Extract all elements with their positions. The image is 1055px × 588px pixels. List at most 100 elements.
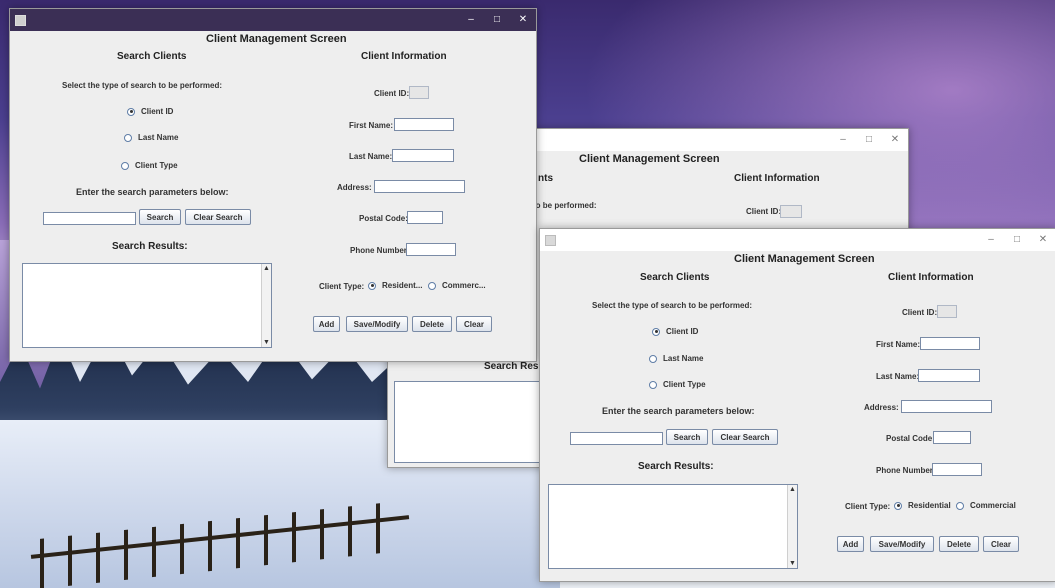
info-heading: Client Information	[888, 272, 974, 283]
radio-commercial[interactable]: Commercial	[956, 501, 1016, 510]
radio-button[interactable]	[368, 281, 376, 290]
title-bar[interactable]: – □ ✕	[540, 229, 1055, 251]
search-button[interactable]: Search	[666, 429, 708, 445]
window-title: Client Management Screen	[734, 253, 875, 265]
scroll-down-icon[interactable]: ▼	[788, 559, 797, 568]
search-heading: nts	[538, 173, 553, 184]
results-heading: Search Results:	[638, 461, 714, 472]
last-name-field[interactable]	[918, 369, 980, 382]
radio-client-id[interactable]: Client ID	[652, 327, 698, 336]
last-name-field[interactable]	[392, 149, 454, 162]
results-heading: Search Results:	[112, 241, 188, 252]
radio-button[interactable]	[124, 133, 132, 142]
client-id-label: Client ID:	[902, 308, 938, 317]
last-name-label: Last Name:	[876, 372, 920, 381]
radio-button[interactable]	[428, 281, 436, 290]
postal-code-field[interactable]	[933, 431, 971, 444]
clear-button[interactable]: Clear	[456, 316, 492, 332]
address-field[interactable]	[374, 180, 465, 193]
phone-field[interactable]	[932, 463, 982, 476]
close-button[interactable]: ✕	[882, 129, 908, 151]
radio-button[interactable]	[652, 327, 660, 336]
phone-field[interactable]	[406, 243, 456, 256]
window-title: Client Management Screen	[206, 33, 347, 45]
postal-code-label: Postal Code:	[359, 214, 408, 223]
maximize-button[interactable]: □	[856, 129, 882, 151]
scroll-up-icon[interactable]: ▲	[788, 485, 797, 494]
radio-client-type[interactable]: Client Type	[121, 161, 178, 170]
delete-button[interactable]: Delete	[939, 536, 979, 552]
params-prompt: Enter the search parameters below:	[76, 187, 229, 197]
scroll-up-icon[interactable]: ▲	[262, 264, 271, 273]
radio-last-name[interactable]: Last Name	[649, 354, 703, 363]
close-button[interactable]: ✕	[1030, 229, 1055, 251]
address-field[interactable]	[901, 400, 992, 413]
radio-residential[interactable]: Residential	[894, 501, 951, 510]
client-window-top[interactable]: – □ ✕ Client Management Screen Search Cl…	[9, 8, 537, 362]
radio-button[interactable]	[127, 107, 135, 116]
radio-residential[interactable]: Resident...	[368, 281, 422, 290]
add-button[interactable]: Add	[837, 536, 864, 552]
clear-search-button[interactable]: Clear Search	[712, 429, 778, 445]
radio-button[interactable]	[121, 161, 129, 170]
radio-client-id[interactable]: Client ID	[127, 107, 173, 116]
postal-code-label: Postal Code:	[886, 434, 935, 443]
info-heading: Client Information	[361, 51, 447, 62]
client-id-label: Client ID:	[746, 207, 782, 216]
search-button[interactable]: Search	[139, 209, 181, 225]
clear-search-button[interactable]: Clear Search	[185, 209, 251, 225]
first-name-field[interactable]	[394, 118, 454, 131]
title-bar[interactable]: – □ ✕	[10, 9, 536, 31]
maximize-button[interactable]: □	[1004, 229, 1030, 251]
params-prompt: Enter the search parameters below:	[602, 406, 755, 416]
client-window-front[interactable]: – □ ✕ Client Management Screen Search Cl…	[539, 228, 1055, 582]
save-modify-button[interactable]: Save/Modify	[870, 536, 934, 552]
select-prompt: Select the type of search to be performe…	[62, 81, 223, 90]
address-label: Address:	[864, 403, 899, 412]
scroll-down-icon[interactable]: ▼	[262, 338, 271, 347]
radio-commercial[interactable]: Commerc...	[428, 281, 486, 290]
minimize-button[interactable]: –	[458, 9, 484, 31]
search-input[interactable]	[570, 432, 663, 445]
client-type-label: Client Type:	[319, 282, 365, 291]
search-heading: Search Clients	[640, 272, 710, 283]
radio-client-type[interactable]: Client Type	[649, 380, 706, 389]
java-app-icon	[15, 14, 26, 26]
last-name-label: Last Name:	[349, 152, 393, 161]
close-button[interactable]: ✕	[510, 9, 536, 31]
maximize-button[interactable]: □	[484, 9, 510, 31]
results-scrollbar[interactable]: ▲ ▼	[261, 264, 271, 347]
radio-button[interactable]	[894, 501, 902, 510]
phone-label: Phone Number:	[876, 466, 936, 475]
results-area[interactable]: ▲ ▼	[22, 263, 272, 348]
radio-last-name[interactable]: Last Name	[124, 133, 178, 142]
client-id-field	[780, 205, 802, 218]
radio-button[interactable]	[649, 354, 657, 363]
delete-button[interactable]: Delete	[412, 316, 452, 332]
search-input[interactable]	[43, 212, 136, 225]
select-prompt: Select the type of search to be performe…	[592, 301, 753, 310]
first-name-label: First Name:	[876, 340, 921, 349]
minimize-button[interactable]: –	[978, 229, 1004, 251]
client-id-field	[409, 86, 429, 99]
client-type-label: Client Type:	[845, 502, 891, 511]
java-app-icon	[545, 234, 556, 246]
postal-code-field[interactable]	[407, 211, 443, 224]
minimize-button[interactable]: –	[830, 129, 856, 151]
results-scrollbar[interactable]: ▲ ▼	[787, 485, 797, 568]
results-area[interactable]: ▲ ▼	[548, 484, 798, 569]
radio-button[interactable]	[956, 501, 964, 510]
add-button[interactable]: Add	[313, 316, 340, 332]
radio-button[interactable]	[649, 380, 657, 389]
save-modify-button[interactable]: Save/Modify	[346, 316, 408, 332]
search-heading: Search Clients	[117, 51, 187, 62]
client-id-label: Client ID:	[374, 89, 410, 98]
client-id-field	[937, 305, 957, 318]
clear-button[interactable]: Clear	[983, 536, 1019, 552]
results-heading: Search Resu	[484, 361, 545, 372]
window-title: Client Management Screen	[579, 153, 720, 165]
results-area[interactable]	[394, 381, 544, 463]
phone-label: Phone Number:	[350, 246, 410, 255]
first-name-field[interactable]	[920, 337, 980, 350]
select-prompt: to be performed:	[533, 201, 597, 210]
